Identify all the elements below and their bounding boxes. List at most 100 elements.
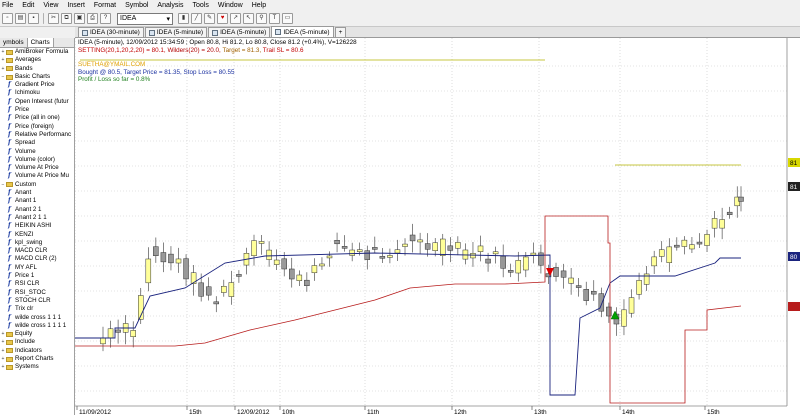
formula-icon: f (8, 272, 11, 280)
tree-item[interactable]: f Trix clr (0, 305, 74, 313)
new-icon[interactable]: ▫ (2, 13, 13, 24)
tree-item[interactable]: f Anant 2 1 1 (0, 214, 74, 222)
cut-icon[interactable]: ✂ (48, 13, 59, 24)
up-candle (530, 252, 537, 256)
tree-item-label: MY AFL (15, 263, 37, 271)
menu-format[interactable]: Format (94, 2, 116, 9)
menu-insert[interactable]: Insert (67, 2, 85, 9)
formula-icon: f (8, 313, 11, 321)
tree-item[interactable]: f RSI_STOC (0, 289, 74, 297)
menu-view[interactable]: View (43, 2, 58, 9)
tree-item[interactable]: f wilde cross 1 1 1 1 (0, 322, 74, 330)
tree-item[interactable]: f Anant 1 (0, 197, 74, 205)
tree-item-label: Anant 2 1 (15, 205, 42, 213)
formula-icon: f (8, 147, 11, 155)
tree-item-label: AmiBroker Formula (15, 48, 69, 55)
tree-item[interactable]: f HEIKIN ASHI (0, 222, 74, 230)
tab-chart-2[interactable]: IDEA (5-minute) (208, 27, 271, 37)
tree-item[interactable]: + Averages (0, 56, 74, 64)
menu-symbol[interactable]: Symbol (125, 2, 148, 9)
tree-item[interactable]: + Report Charts (0, 355, 74, 363)
tree-item[interactable]: f MACD CLR (2) (0, 255, 74, 263)
print-icon[interactable]: ⎙ (87, 13, 98, 24)
tree-item[interactable]: f Volume (0, 148, 74, 156)
up-candle (689, 244, 695, 250)
zoom-icon[interactable]: ⚲ (256, 13, 267, 24)
tree-item[interactable]: f Price (0, 106, 74, 114)
tree-item[interactable]: f Volume (color) (0, 156, 74, 164)
ruler-icon[interactable]: ▭ (282, 13, 293, 24)
help-icon[interactable]: ? (100, 13, 111, 24)
tree-item[interactable]: + Indicators (0, 347, 74, 355)
folder-icon (6, 57, 13, 63)
tree-item[interactable]: − Basic Charts (0, 73, 74, 81)
folder-icon (6, 340, 13, 346)
tree-item[interactable]: f Ichimoku (0, 89, 74, 97)
tree-item-label: Price (foreign) (15, 122, 54, 130)
tab-chart-1[interactable]: IDEA (5-minute) (144, 27, 208, 37)
tree-item[interactable]: f STOCH CLR (0, 297, 74, 305)
tree-item[interactable]: f Price (all in one) (0, 114, 74, 122)
tree-item[interactable]: + Systems (0, 363, 74, 371)
tree-item[interactable]: f Spread (0, 139, 74, 147)
tree-item[interactable]: f wilde cross 1 1 1 (0, 314, 74, 322)
draw-icon[interactable]: ✎ (204, 13, 215, 24)
text-icon[interactable]: T (269, 13, 280, 24)
menu-window[interactable]: Window (218, 2, 243, 9)
tree-item[interactable]: f KENZI (0, 231, 74, 239)
down-candle (560, 270, 567, 278)
tree-item[interactable]: + Equity (0, 330, 74, 338)
up-candle (228, 282, 235, 297)
symbol-select[interactable]: IDEA ▾ (117, 12, 173, 25)
tree-item[interactable]: + Include (0, 338, 74, 346)
menu-file[interactable]: File (2, 2, 13, 9)
tree-item[interactable]: f Open Interest (futur (0, 98, 74, 106)
tree-item-label: Volume (color) (15, 155, 55, 163)
tab-chart-0[interactable]: IDEA (30-minute) (78, 27, 144, 37)
menu-help[interactable]: Help (252, 2, 266, 9)
down-candle (507, 270, 514, 273)
tree-item[interactable]: f Anant (0, 189, 74, 197)
up-candle (221, 285, 227, 293)
price-chart[interactable]: 11/09/2012 15th 12/09/2012 10th 11th 12th 13th… (75, 38, 800, 415)
down-candle (281, 258, 287, 270)
tab-chart-3[interactable]: IDEA (5-minute) (271, 26, 334, 37)
tree-item[interactable]: f MACD CLR (0, 247, 74, 255)
tree-item[interactable]: f kpl_swing (0, 239, 74, 247)
cursor-icon[interactable]: ↖ (243, 13, 254, 24)
tree-item[interactable]: f Volume At Price (0, 164, 74, 172)
tree-item[interactable]: f Gradient Price (0, 81, 74, 89)
menu-analysis[interactable]: Analysis (157, 2, 183, 9)
tree-item[interactable]: f Anant 2 1 (0, 206, 74, 214)
paste-icon[interactable]: ▣ (74, 13, 85, 24)
trend-icon[interactable]: ↗ (230, 13, 241, 24)
copy-icon[interactable]: ⧉ (61, 13, 72, 24)
tree-item[interactable]: f Price (foreign) (0, 123, 74, 131)
open-icon[interactable]: ▤ (15, 13, 26, 24)
up-candle (349, 249, 355, 256)
chart-window[interactable]: 11/09/2012 15th 12/09/2012 10th 11th 12th 13th… (75, 38, 800, 415)
up-candle (643, 273, 650, 285)
tree-item[interactable]: + AmiBroker Formula (0, 48, 74, 56)
down-candle (409, 234, 416, 242)
new-tab-button[interactable]: + (334, 27, 347, 37)
tree-item[interactable]: − Custom (0, 181, 74, 189)
save-icon[interactable]: ▪ (28, 13, 39, 24)
candle-icon[interactable]: ▮ (178, 13, 189, 24)
tree-item[interactable]: f Volume At Price Mu (0, 172, 74, 180)
formula-icon: f (8, 222, 11, 230)
tree-item[interactable]: f Relative Performanc (0, 131, 74, 139)
menu-tools[interactable]: Tools (193, 2, 209, 9)
menu-edit[interactable]: Edit (22, 2, 34, 9)
tree-item[interactable]: f MY AFL (0, 264, 74, 272)
symbol-value: IDEA (120, 15, 137, 22)
tree-item[interactable]: f RSI CLR (0, 280, 74, 288)
up-candle (651, 256, 657, 267)
tab-charts[interactable]: Charts (27, 38, 54, 47)
tree-item[interactable]: f Price 1 (0, 272, 74, 280)
up-candle (477, 245, 484, 252)
tab-symbols[interactable]: ymbols (0, 38, 28, 47)
line-chart-icon[interactable]: ╱ (191, 13, 202, 24)
heart-icon[interactable]: ♥ (217, 13, 228, 24)
tree-item[interactable]: + Bands (0, 65, 74, 73)
